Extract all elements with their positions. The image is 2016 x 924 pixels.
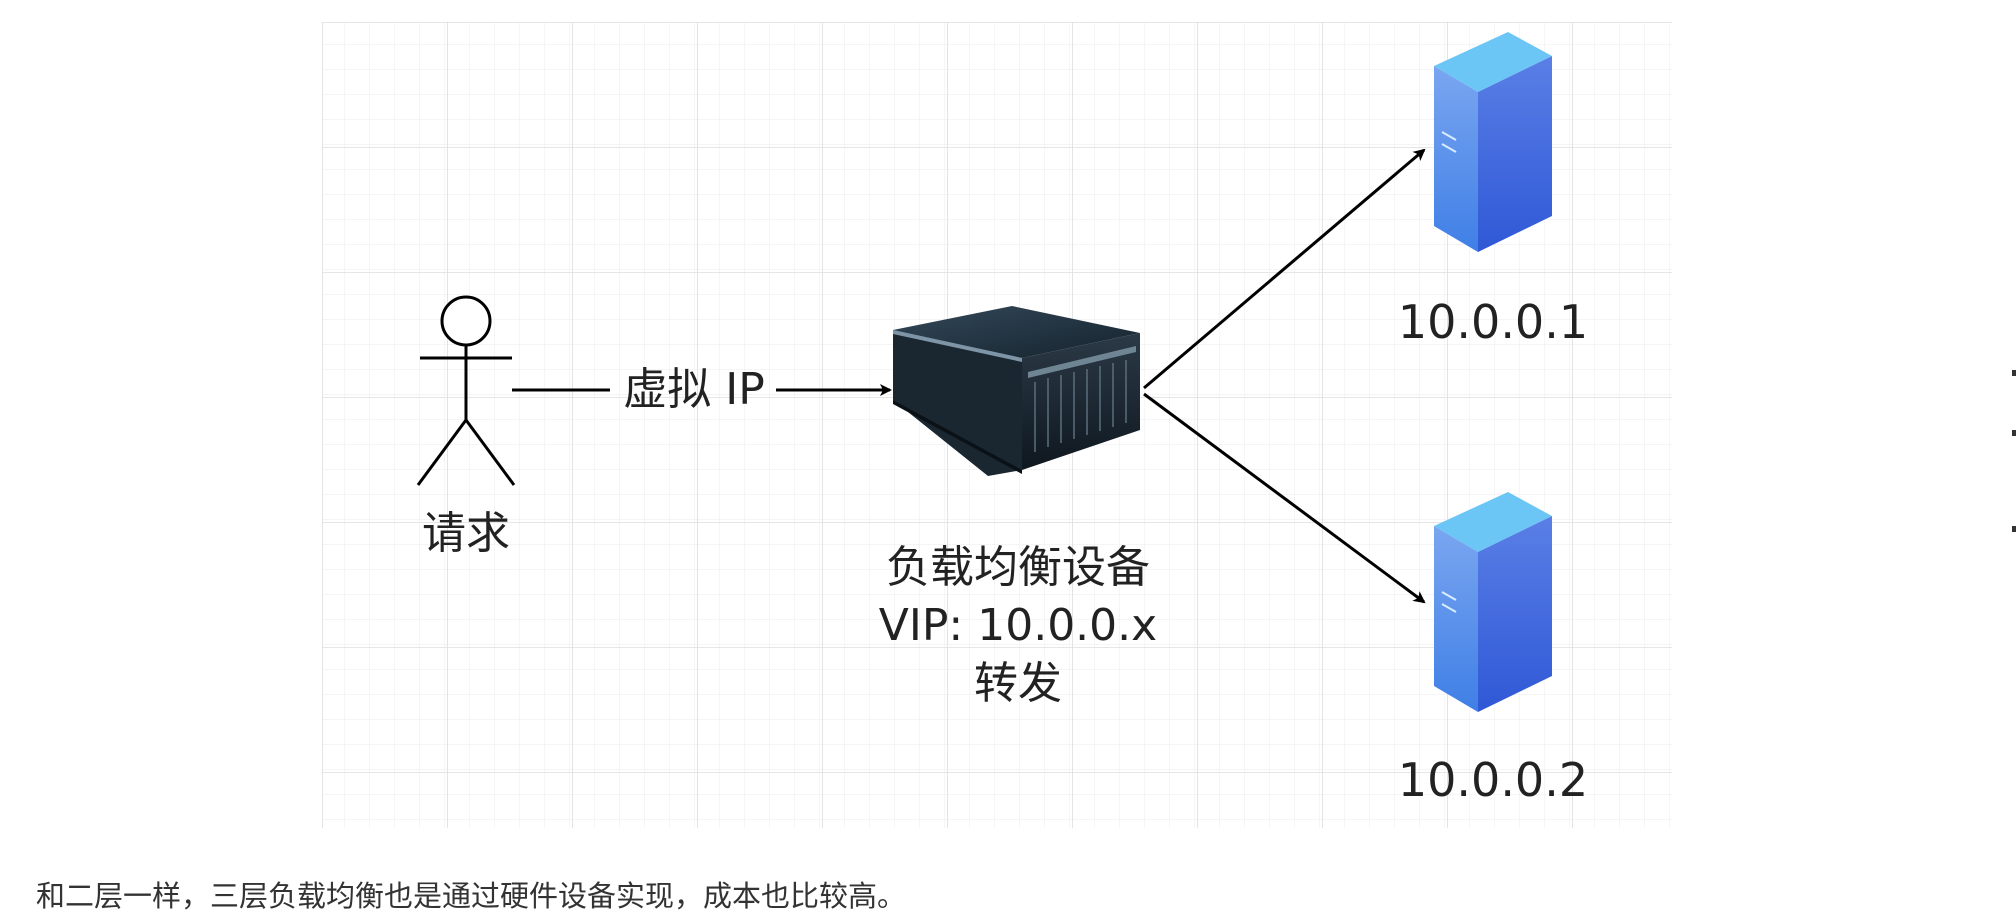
lb-label-line1: 负载均衡设备 [886,542,1150,593]
lb-label-line3: 转发 [974,658,1062,709]
tower-server-icon [1434,32,1552,252]
edge-label-virtual-ip: 虚拟 IP [623,364,765,415]
server1-label: 10.0.0.1 [1398,295,1588,349]
actor-label: 请求 [422,508,510,559]
tower-server-icon [1434,492,1552,712]
caption-text: 和二层一样，三层负载均衡也是通过硬件设备实现，成本也比较高。 [36,879,907,913]
lb-label-line2: VIP: 10.0.0.x [879,600,1157,651]
server2-label: 10.0.0.2 [1398,753,1588,807]
scrollbar-edge [2004,0,2016,920]
load-balancer-diagram: 请求 虚拟 IP 负载均衡设备 VIP: 10.0.0.x 转发 10.0.0.… [322,22,1672,828]
